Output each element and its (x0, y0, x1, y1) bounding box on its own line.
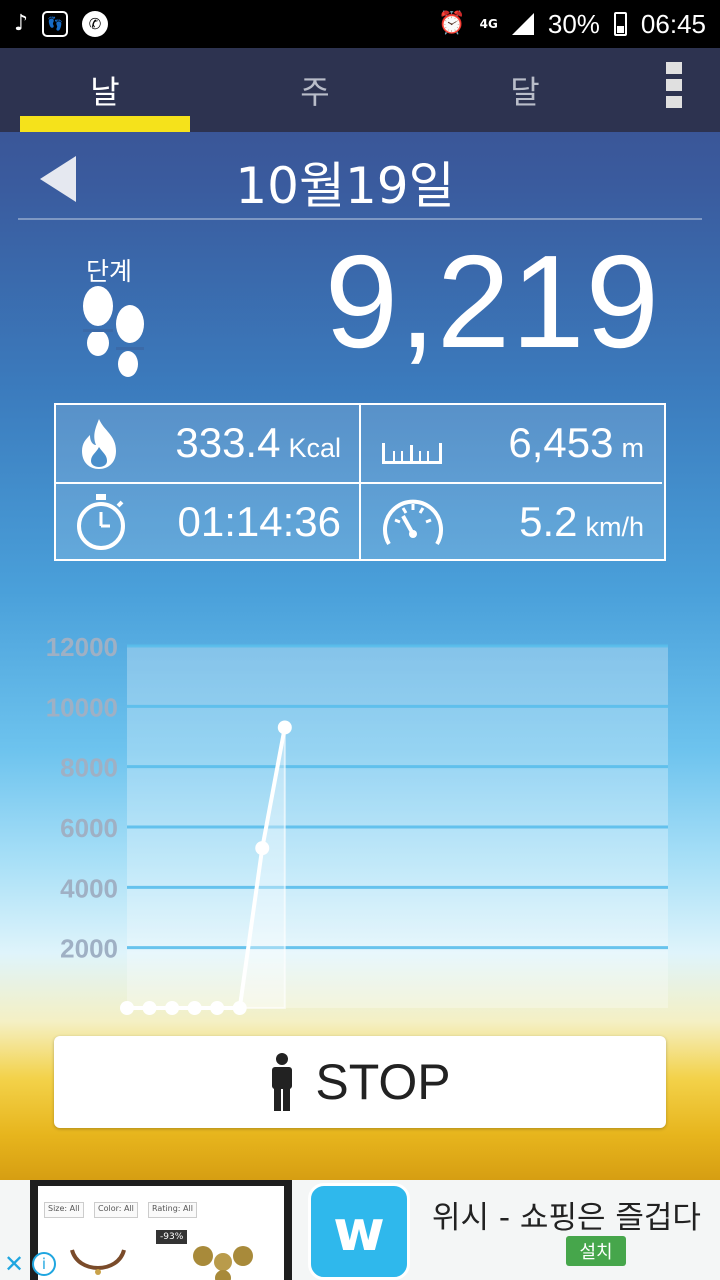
ad-chip: Size: All (44, 1202, 84, 1218)
chart-data-point (165, 1001, 180, 1015)
y-tick-label: 4000 (60, 873, 118, 903)
ad-close-icon[interactable]: ✕ (4, 1250, 24, 1278)
distance-value: 6,453 (508, 419, 614, 466)
chart-data-point (120, 1001, 134, 1015)
phone-icon: ✆ (82, 11, 109, 37)
duration-value: 01:14:36 (177, 498, 342, 545)
ad-discount-badge: -93% (156, 1230, 188, 1244)
ad-banner[interactable]: Size: All Color: All Rating: All -93% w … (0, 1180, 720, 1280)
chart-data-point (232, 1001, 247, 1015)
ad-info-icon[interactable]: i (32, 1252, 56, 1276)
person-icon (272, 1053, 293, 1111)
overflow-menu-icon[interactable] (666, 62, 684, 108)
music-note-icon: ♪ (14, 11, 29, 36)
speed-unit: km/h (585, 512, 644, 542)
ad-chip: Color: All (94, 1202, 138, 1218)
chart-data-point (142, 1001, 157, 1015)
y-tick-label: 6000 (60, 813, 118, 843)
stat-distance: 6,453 m (359, 405, 662, 482)
alarm-icon: ⏰ (438, 11, 466, 36)
ad-title[interactable]: 위시 - 쇼핑은 즐겁다 (432, 1192, 701, 1237)
steps-label: 단계 (86, 257, 133, 286)
flame-icon (76, 417, 122, 475)
calories-value: 333.4 (175, 419, 281, 466)
stopwatch-icon (74, 492, 128, 556)
wish-logo-icon[interactable]: w (308, 1183, 410, 1280)
date-header: 10월19일 (18, 132, 702, 220)
ruler-icon (381, 433, 443, 471)
chart-data-point (277, 720, 292, 735)
hourly-steps-chart: 2000400060008000100001200024681012141618… (46, 632, 668, 1015)
footprints-icon (78, 286, 152, 386)
tab-day[interactable]: 날 (0, 48, 210, 132)
y-tick-label: 8000 (60, 753, 118, 783)
status-bar: ♪ 👣 ✆ ⏰ 4G 30% 06:45 (0, 0, 720, 48)
tab-week[interactable]: 주 (210, 48, 420, 132)
y-tick-label: 10000 (46, 692, 118, 722)
ad-screenshot-image: Size: All Color: All Rating: All -93% (30, 1180, 292, 1280)
signal-icon (511, 13, 534, 35)
speed-value: 5.2 (519, 498, 578, 545)
footprint-notification-icon: 👣 (42, 11, 69, 37)
date-title: 10월19일 (235, 157, 455, 215)
calories-unit: Kcal (288, 433, 341, 463)
network-type: 4G (479, 17, 498, 31)
tab-month[interactable]: 달 (420, 48, 630, 132)
chart-data-point (255, 841, 270, 856)
chart-data-point (187, 1001, 202, 1015)
stop-button[interactable]: STOP (54, 1036, 666, 1128)
stats-grid: 333.4 Kcal 6,453 m 01:14:36 5.2 km/h (54, 403, 666, 561)
necklace-image (70, 1249, 126, 1275)
y-tick-label: 2000 (60, 934, 118, 964)
stat-duration: 01:14:36 (56, 482, 359, 559)
stop-label: STOP (315, 1054, 451, 1110)
fidget-spinner-image (193, 1246, 253, 1280)
y-tick-label: 12000 (46, 632, 118, 662)
stat-calories: 333.4 Kcal (56, 405, 359, 482)
clock: 06:45 (640, 8, 706, 39)
status-right-icons: ⏰ 4G 30% 06:45 (438, 9, 706, 40)
pedometer-app: 날 주 달 10월19일 단계 9,219 333.4 Kcal 6,453 m… (0, 48, 720, 1180)
stat-speed: 5.2 km/h (359, 482, 662, 559)
period-tabs: 날 주 달 (0, 48, 720, 132)
battery-icon (613, 12, 627, 36)
speedometer-icon (381, 494, 445, 554)
steps-count: 9,219 (324, 228, 660, 375)
ad-install-button[interactable]: 설치 (566, 1236, 626, 1266)
status-left-icons: ♪ 👣 ✆ (14, 11, 109, 37)
chart-data-point (210, 1001, 225, 1015)
distance-unit: m (621, 433, 645, 463)
battery-percent: 30% (547, 8, 600, 39)
ad-chip: Rating: All (148, 1202, 197, 1218)
